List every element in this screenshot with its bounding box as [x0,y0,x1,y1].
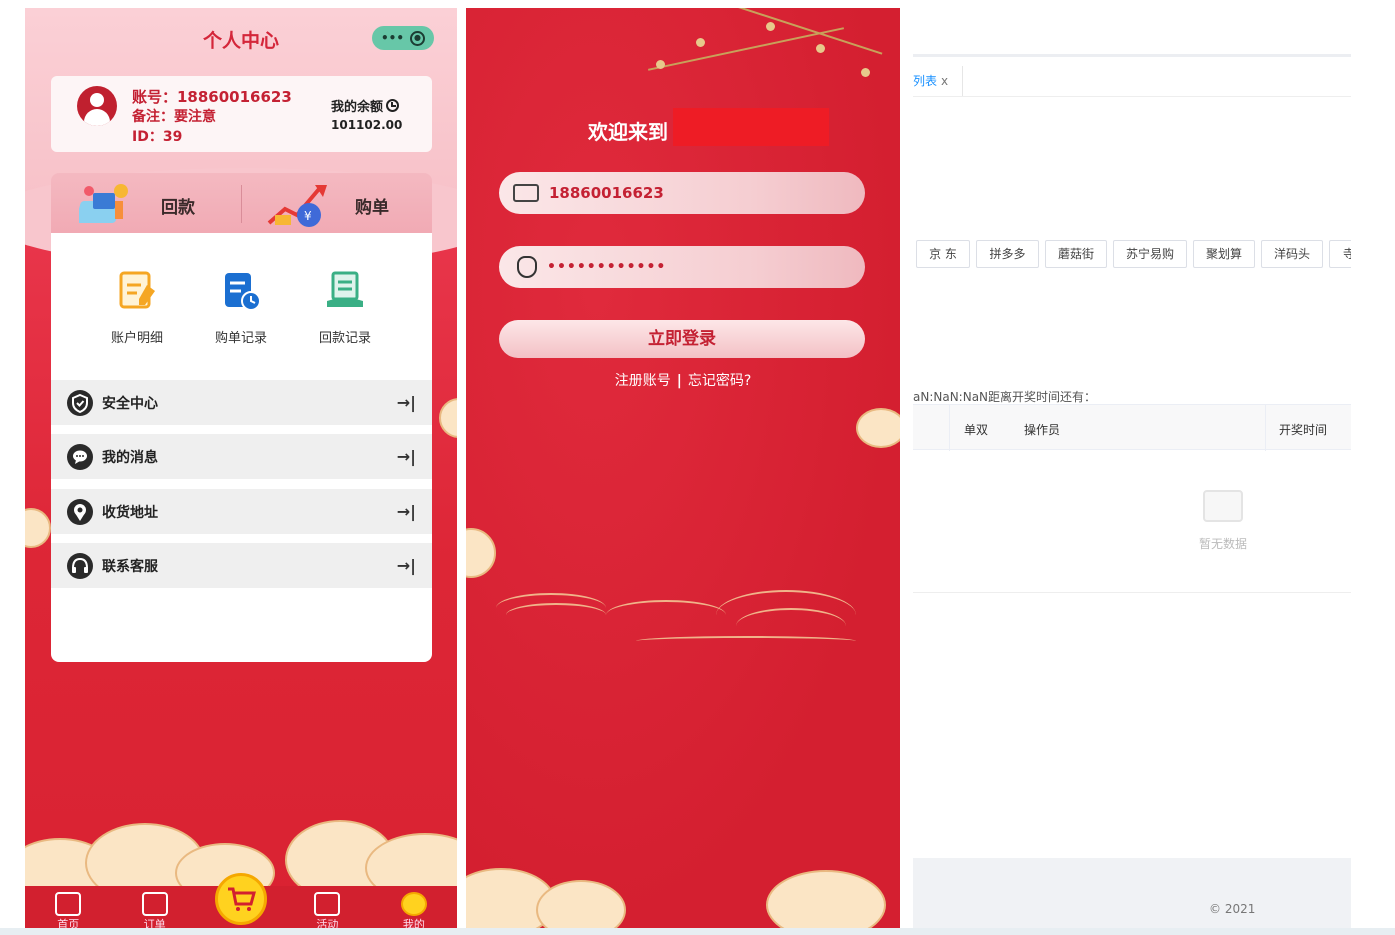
forgot-password-link[interactable]: 忘记密码? [688,373,751,389]
balance-value: 101102.00 [331,118,403,132]
arrow-right-icon: →| [396,502,416,521]
svg-text:¥: ¥ [304,209,312,223]
blossom-decoration [696,38,705,47]
tab-mine[interactable]: 我的 [371,886,457,930]
platform-jd[interactable]: 京 东 [916,240,970,268]
profile-screen: 个人中心 ••• ● 账号：18860016623 备注：要注意 ID：39 我… [25,8,457,930]
cart-icon [228,887,256,911]
wave-decoration [606,600,726,630]
menu-messages[interactable]: 我的消息 →| [51,434,432,479]
login-screen: 欢迎来到 18860016623 •••••••••••• 立即登录 注册账号 |… [466,8,900,930]
welcome-title: 欢迎来到 [588,120,668,144]
redacted-site-name [673,108,829,146]
avatar [77,86,117,126]
platform-pinduoduo[interactable]: 拼多多 [976,240,1039,268]
arrow-right-icon: →| [396,393,416,412]
menu-security[interactable]: 安全中心 →| [51,380,432,425]
wave-decoration [506,603,606,627]
close-miniapp-icon[interactable]: ● [409,30,425,46]
copyright-text: © 2021 [1209,902,1256,916]
empty-state-text: 暂无数据 [1198,537,1247,551]
id-text: ID：39 [132,129,183,145]
account-detail-item[interactable]: 账户明细 [87,271,187,346]
column-header-odd-even[interactable]: 单双 [964,421,988,438]
cloud-decoration [856,408,900,448]
table-header: 单双 操作员 开奖时间 [913,404,1351,451]
column-header-operator[interactable]: 操作员 [1024,421,1060,438]
message-icon [67,443,93,470]
cloud-decoration [766,870,886,930]
blossom-decoration [861,68,870,77]
shield-icon [67,389,93,416]
platform-yangmatou[interactable]: 洋码头 [1261,240,1323,268]
cloud-decoration [25,508,51,548]
repayment-record-icon [325,271,365,311]
repayment-record-item[interactable]: 回款记录 [295,271,395,346]
menu-support[interactable]: 联系客服 →| [51,543,432,588]
gift-icon [314,892,341,916]
admin-screen: 列表 x 京 东 拼多多 蘑菇街 苏宁易购 聚划算 洋码头 寺 aN:NaN:Na… [913,8,1351,930]
purchase-illustration-icon: ¥ [267,185,327,227]
column-divider [949,405,950,451]
refresh-icon[interactable] [386,99,400,112]
password-input[interactable]: •••••••••••• [499,246,865,288]
arrow-right-icon: →| [396,556,416,575]
platform-juhuasuan[interactable]: 聚划算 [1193,240,1255,268]
purchase-record-item[interactable]: 购单记录 [191,271,291,346]
tab-divider [913,96,1351,97]
blossom-decoration [766,22,775,31]
menu-card: 账户明细 购单记录 回款记录 安全中心 →| 我的消息 →| 收货地址 →| 联… [51,233,432,662]
column-header-draw-time[interactable]: 开奖时间 [1279,421,1327,438]
wave-decoration [636,636,856,646]
repayment-illustration-icon [79,184,128,223]
purchase-button[interactable]: ¥ 购单 [265,179,415,229]
home-icon [55,892,82,916]
branch-decoration [647,27,845,71]
bottom-strip [0,928,1395,935]
lock-icon [517,256,537,278]
login-button[interactable]: 立即登录 [499,320,865,358]
divider [241,185,242,223]
miniapp-capsule[interactable]: ••• ● [372,26,434,50]
more-icon[interactable]: ••• [381,31,404,45]
user-card: 账号：18860016623 备注：要注意 ID：39 我的余额 101102.… [51,76,432,152]
balance-label[interactable]: 我的余额 [331,96,400,115]
register-link[interactable]: 注册账号 [615,373,671,389]
user-icon [400,892,427,916]
auth-links: 注册账号 | 忘记密码? [614,373,752,389]
tab-list[interactable]: 列表 x [913,66,963,96]
tab-home[interactable]: 首页 [25,886,111,930]
quick-actions: 回款 ¥ 购单 [51,173,432,233]
footer [913,858,1351,930]
tab-activity[interactable]: 活动 [284,886,370,930]
cart-button[interactable] [215,873,267,925]
platform-more[interactable]: 寺 [1329,240,1351,268]
location-pin-icon [67,498,93,525]
username-input[interactable]: 18860016623 [499,172,865,214]
cloud-decoration [466,528,496,578]
platform-mogujie[interactable]: 蘑菇街 [1045,240,1107,268]
remark-text: 备注：要注意 [132,109,216,125]
empty-inbox-icon [1203,490,1243,522]
header-divider [913,54,1351,57]
cloud-decoration [536,880,626,930]
countdown-text: aN:NaN:NaN距离开奖时间还有： [913,390,1097,404]
repayment-button[interactable]: 回款 [79,179,229,229]
arrow-right-icon: →| [396,447,416,466]
menu-address[interactable]: 收货地址 →| [51,489,432,534]
order-icon [141,892,168,916]
account-detail-icon [117,271,157,311]
close-tab-icon[interactable]: x [941,74,948,88]
blossom-decoration [816,44,825,53]
account-text: 账号：18860016623 [132,88,292,106]
headset-icon [67,552,93,579]
column-divider [1265,405,1266,451]
id-card-icon [513,184,539,202]
tab-orders[interactable]: 订单 [111,886,197,930]
purchase-record-icon [221,271,261,311]
platform-suning[interactable]: 苏宁易购 [1113,240,1187,268]
cloud-decoration [439,398,457,438]
blossom-decoration [656,60,665,69]
table-bottom-divider [913,592,1351,593]
